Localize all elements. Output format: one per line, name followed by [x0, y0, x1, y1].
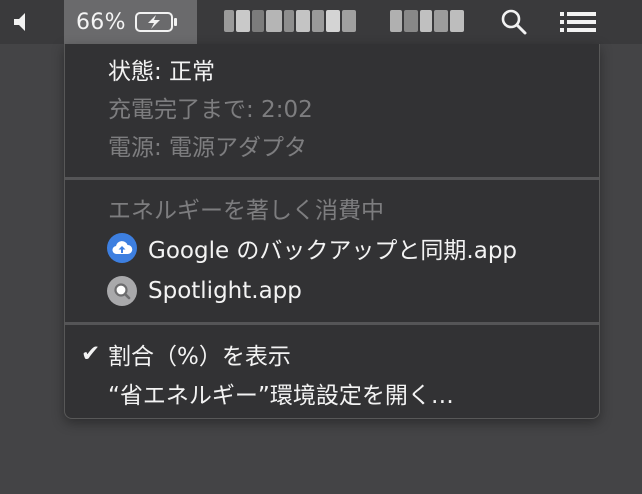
google-backup-sync-icon: [107, 233, 137, 263]
spotlight-icon: [107, 276, 137, 306]
google-backup-sync-label: Google のバックアップと同期.app: [148, 238, 518, 264]
battery-percentage: 66%: [76, 9, 126, 35]
open-energy-saver-label: “省エネルギー”環境設定を開く…: [108, 383, 454, 409]
list-icon[interactable]: [557, 0, 599, 44]
battery-dropdown-menu: 状態: 正常 充電完了まで: 2:02 電源: 電源アダプタ エネルギーを著しく…: [64, 44, 600, 419]
menu-item-spotlight[interactable]: Spotlight.app: [65, 272, 599, 310]
energy-section-header: エネルギーを著しく消費中: [65, 189, 599, 227]
energy-section-header-label: エネルギーを著しく消費中: [108, 198, 384, 224]
menu-item-show-percentage[interactable]: ✔ 割合（%）を表示: [65, 335, 599, 373]
power-source: 電源: 電源アダプタ: [65, 126, 599, 164]
speaker-icon[interactable]: [8, 0, 36, 44]
menu-item-google-backup-sync[interactable]: Google のバックアップと同期.app: [65, 229, 599, 267]
power-source-label: 電源: 電源アダプタ: [108, 135, 308, 161]
blurred-menu-extras: [218, 0, 468, 44]
battery-charging-icon: [134, 10, 180, 34]
battery-status: 状態: 正常: [65, 50, 599, 88]
battery-status-label: 状態: 正常: [108, 59, 216, 85]
time-to-full-label: 充電完了まで: 2:02: [108, 97, 313, 123]
show-percentage-label: 割合（%）を表示: [108, 344, 291, 370]
menu-separator: [65, 177, 599, 180]
spotlight-label: Spotlight.app: [148, 278, 302, 304]
menu-bar: 66%: [0, 0, 642, 44]
time-to-full: 充電完了まで: 2:02: [65, 88, 599, 126]
checkmark-icon: ✔: [81, 341, 101, 367]
search-icon[interactable]: [498, 0, 530, 44]
menu-item-open-energy-saver[interactable]: “省エネルギー”環境設定を開く…: [65, 374, 599, 412]
battery-menu-extra[interactable]: 66%: [64, 0, 197, 44]
menu-separator: [65, 322, 599, 325]
